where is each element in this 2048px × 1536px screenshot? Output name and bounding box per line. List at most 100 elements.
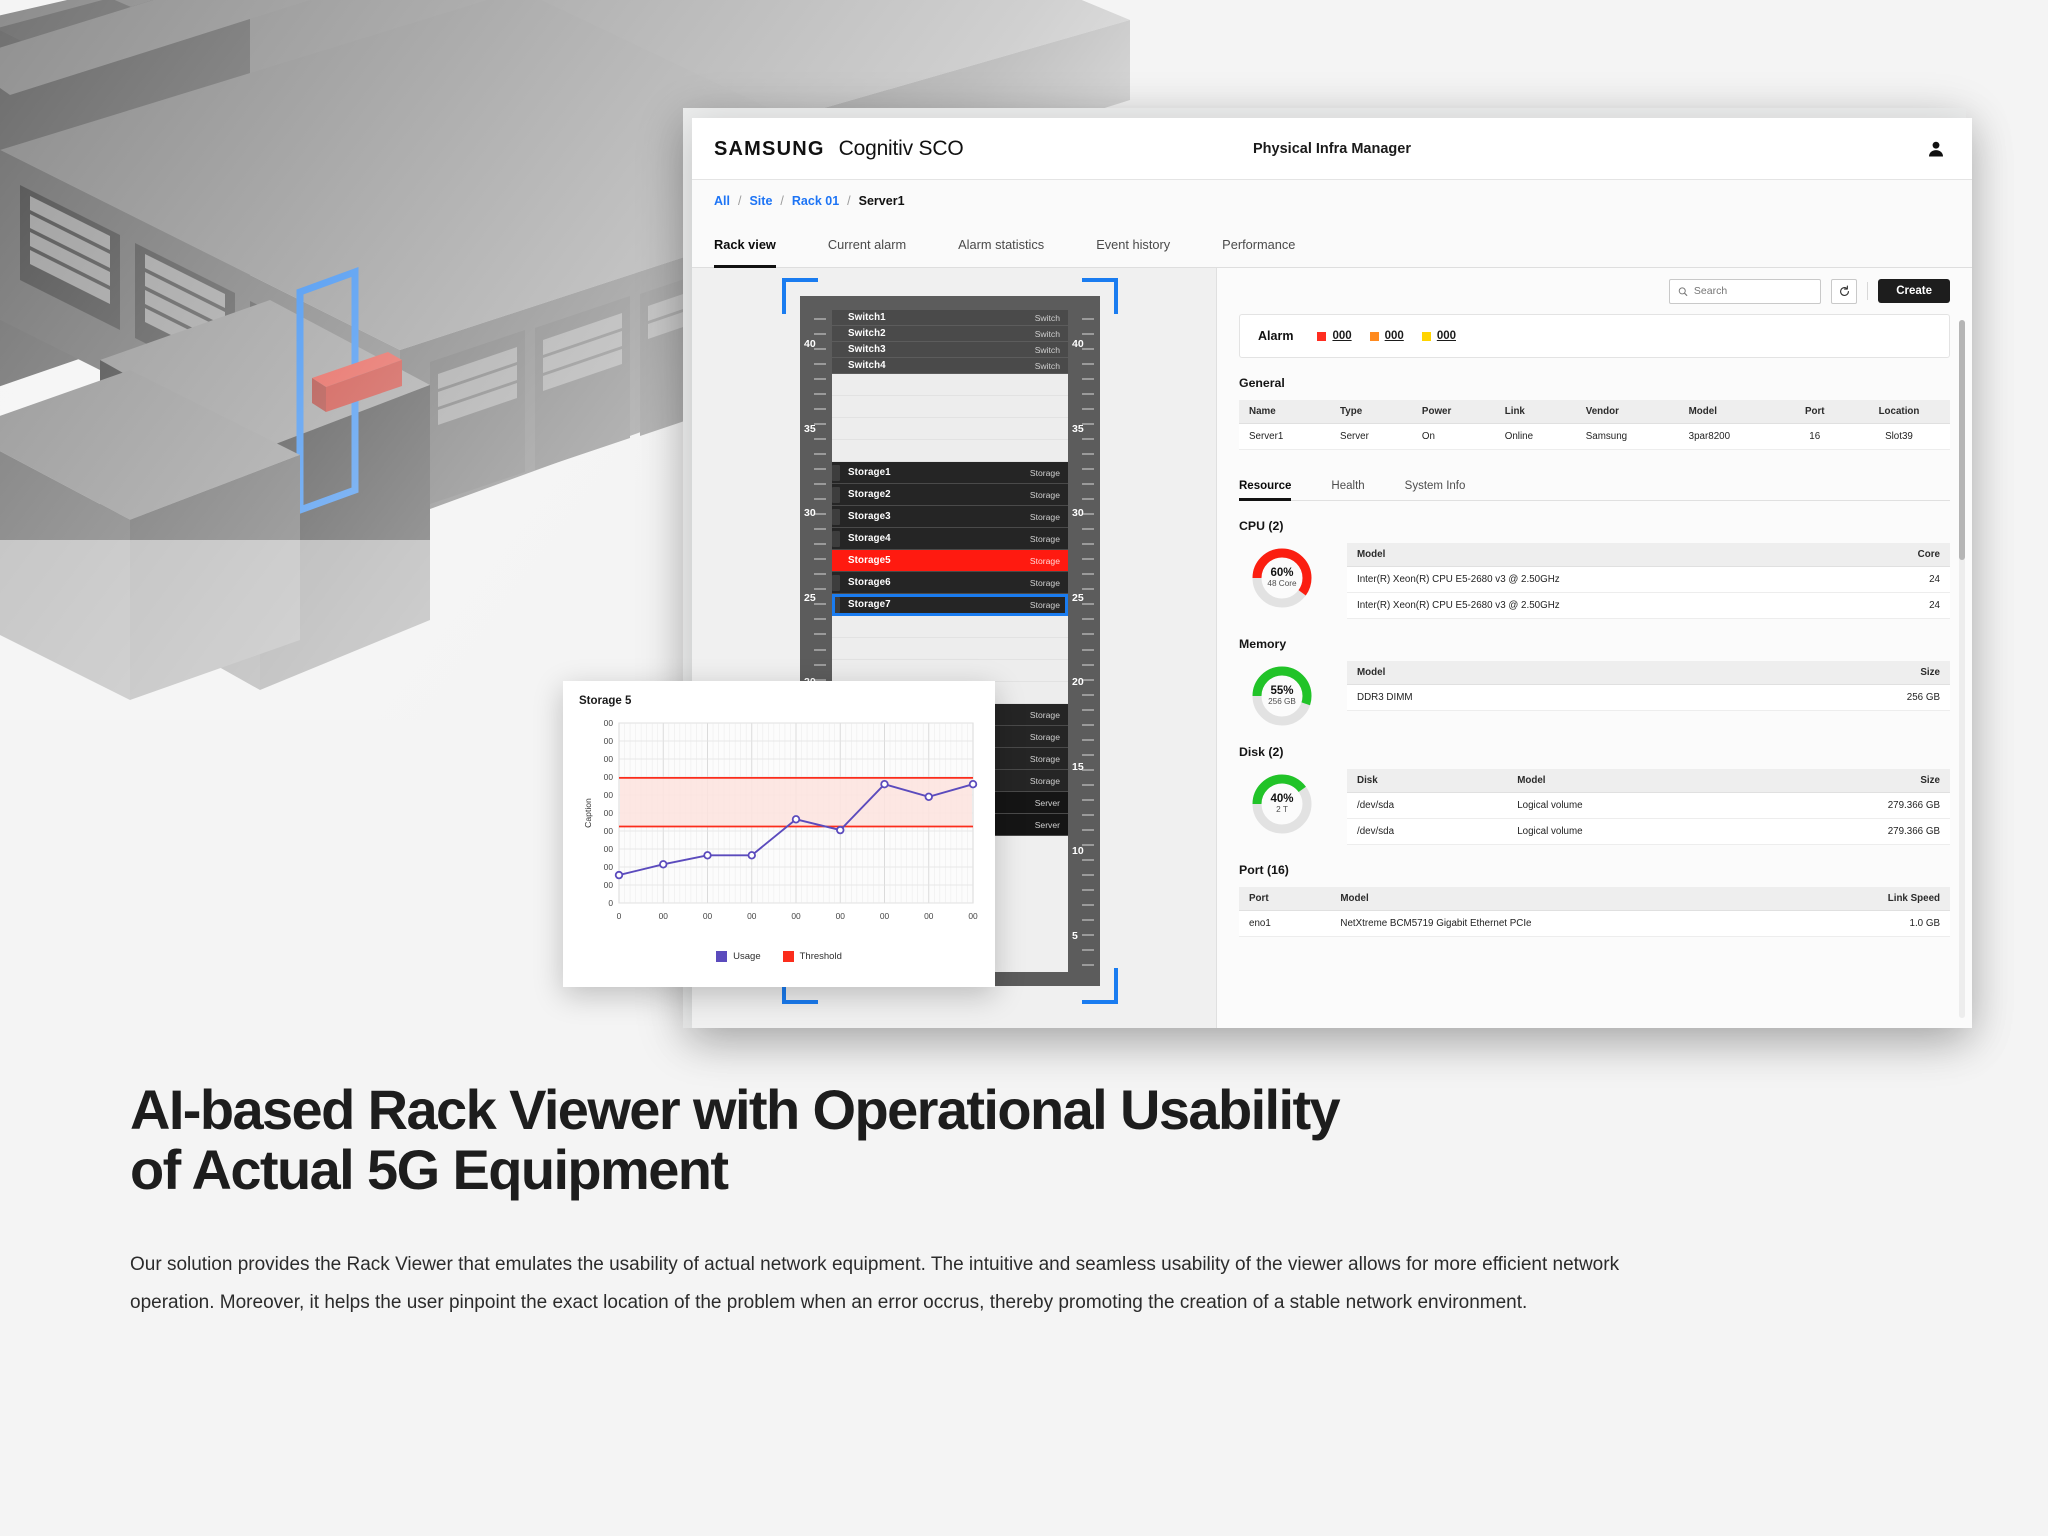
- unit-name: Storage4: [848, 533, 891, 544]
- table-row[interactable]: DDR3 DIMM 256 GB: [1347, 684, 1950, 711]
- ruler-tick: [814, 378, 826, 381]
- subtab-resource[interactable]: Resource: [1239, 472, 1292, 501]
- unit-type: Switch: [1034, 312, 1060, 323]
- ruler-tick: [1082, 468, 1094, 471]
- ruler-tick: [1082, 738, 1094, 741]
- unit-name: Switch4: [848, 360, 886, 371]
- unit-type: Server: [1034, 797, 1060, 808]
- general-table-header: Name Type Power Link Vendor Model Port Location: [1239, 400, 1950, 424]
- ruler-tick: [1082, 453, 1094, 456]
- ruler-tick: [1082, 828, 1094, 831]
- general-table-body: Server1 Server On Online Samsung 3par8200 16 Sl…: [1239, 423, 1950, 450]
- table-row[interactable]: Server1 Server On Online Samsung 3par8200 16 Sl…: [1239, 423, 1950, 450]
- chart-x-tick-label: 00: [791, 911, 801, 921]
- tab-rack-view[interactable]: Rack view: [714, 222, 776, 268]
- subtab-health[interactable]: Health: [1331, 472, 1364, 500]
- chart-x-tick-label: 00: [659, 911, 669, 921]
- ruler-tick: [814, 468, 826, 471]
- unit-type: Storage: [1029, 555, 1060, 566]
- breadcrumb-item-site[interactable]: Site: [749, 194, 772, 208]
- ruler-label: 35: [804, 422, 816, 435]
- column-header: Model: [1347, 543, 1854, 567]
- rack-unit-storage3[interactable]: Storage3 Storage: [832, 506, 1068, 528]
- brand-logo: SAMSUNG Cognitiv SCO: [692, 137, 964, 161]
- table-row[interactable]: /dev/sda Logical volume 279.366 GB: [1347, 818, 1950, 845]
- detail-scrollbar-thumb[interactable]: [1959, 320, 1965, 560]
- chart-y-tick-label: 0: [608, 898, 613, 908]
- table-row[interactable]: Inter(R) Xeon(R) CPU E5-2680 v3 @ 2.50GH…: [1347, 592, 1950, 619]
- breadcrumb-item-all[interactable]: All: [714, 194, 730, 208]
- subtab-system-info[interactable]: System Info: [1405, 472, 1466, 500]
- memory-size: 256 GB: [1268, 697, 1296, 707]
- table-cell: On: [1411, 423, 1495, 450]
- breadcrumb-item-rack01[interactable]: Rack 01: [792, 194, 839, 208]
- ruler-label: 25: [804, 591, 816, 604]
- column-header: Size: [1746, 769, 1950, 793]
- rack-unit-storage5[interactable]: Storage5 Storage: [832, 550, 1068, 572]
- rack-unit-switch1[interactable]: Switch1 Switch: [832, 310, 1068, 326]
- create-button[interactable]: Create: [1878, 279, 1950, 303]
- alarm-major[interactable]: 000: [1369, 330, 1404, 342]
- tab-current-alarm[interactable]: Current alarm: [828, 222, 906, 268]
- detail-scrollbar[interactable]: [1959, 320, 1965, 1018]
- column-header: Disk: [1347, 769, 1508, 793]
- breadcrumb-separator: /: [847, 194, 851, 208]
- alarm-critical[interactable]: 000: [1317, 330, 1352, 342]
- unit-name: Storage7: [848, 599, 891, 610]
- ruler-tick: [1082, 498, 1094, 501]
- table-cell: /dev/sda: [1347, 792, 1508, 819]
- port-table-header: Port Model Link Speed: [1239, 887, 1950, 911]
- chart-legend: Usage Threshold: [579, 951, 979, 962]
- column-header: Link: [1494, 400, 1576, 424]
- search-box[interactable]: [1669, 278, 1822, 304]
- ruler-label: 40: [1072, 338, 1084, 350]
- unit-type: Storage: [1029, 775, 1060, 786]
- unit-type: Storage: [1029, 599, 1060, 610]
- ruler-tick: [814, 558, 826, 561]
- table-cell: 24: [1853, 566, 1950, 593]
- search-icon: [1678, 286, 1688, 296]
- table-cell: NetXtreme BCM5719 Gigabit Ethernet PCIe: [1330, 910, 1792, 937]
- alarm-minor[interactable]: 000: [1421, 330, 1456, 342]
- ruler-tick: [1082, 783, 1094, 786]
- rack-unit-switch4[interactable]: Switch4 Switch: [832, 358, 1068, 374]
- chart-data-point: [924, 792, 933, 801]
- table-cell: 1.0 GB: [1791, 910, 1950, 937]
- unit-status-led: [832, 358, 840, 373]
- table-row[interactable]: Inter(R) Xeon(R) CPU E5-2680 v3 @ 2.50GH…: [1347, 566, 1950, 593]
- user-menu[interactable]: [1926, 139, 1972, 159]
- unit-name: Storage5: [848, 555, 891, 566]
- cpu-table-header: Model Core: [1347, 543, 1950, 567]
- table-row[interactable]: eno1 NetXtreme BCM5719 Gigabit Ethernet P…: [1239, 910, 1950, 937]
- legend-threshold-label: Threshold: [799, 951, 842, 962]
- ruler-label: 5: [1072, 930, 1078, 942]
- refresh-button[interactable]: [1831, 278, 1858, 304]
- search-input[interactable]: [1693, 285, 1813, 297]
- breadcrumb-separator: /: [780, 194, 784, 208]
- rack-unit-storage1[interactable]: Storage1 Storage: [832, 462, 1068, 484]
- unit-name: Storage6: [848, 577, 891, 588]
- table-cell: 24: [1853, 592, 1950, 619]
- rack-unit-empty: [832, 396, 1068, 418]
- rack-unit-storage2[interactable]: Storage2 Storage: [832, 484, 1068, 506]
- main-tabs: Rack view Current alarm Alarm statistics…: [692, 222, 1972, 268]
- rack-unit-switch2[interactable]: Switch2 Switch: [832, 326, 1068, 342]
- cpu-core-count: 48 Core: [1267, 579, 1297, 589]
- port-table: Port Model Link Speed eno1 NetXtreme BCM571…: [1239, 887, 1950, 937]
- tab-event-history[interactable]: Event history: [1096, 222, 1170, 268]
- tab-performance[interactable]: Performance: [1222, 222, 1295, 268]
- memory-table-header: Model Size: [1347, 661, 1950, 685]
- table-row[interactable]: /dev/sda Logical volume 279.366 GB: [1347, 792, 1950, 819]
- unit-status-led: [832, 464, 840, 481]
- rack-unit-storage6[interactable]: Storage6 Storage: [832, 572, 1068, 594]
- alarm-minor-count: 000: [1436, 330, 1456, 342]
- unit-type: Switch: [1034, 328, 1060, 339]
- rack-unit-switch3[interactable]: Switch3 Switch: [832, 342, 1068, 358]
- tab-alarm-statistics[interactable]: Alarm statistics: [958, 222, 1044, 268]
- chart-y-tick-label: 00: [604, 718, 614, 728]
- rack-unit-storage7[interactable]: Storage7 Storage: [832, 594, 1068, 616]
- unit-status-led: [832, 552, 840, 569]
- memory-section-title: Memory: [1239, 637, 1287, 651]
- detail-pane: Create Alarm 000 000: [1217, 268, 1972, 1028]
- rack-unit-storage4[interactable]: Storage4 Storage: [832, 528, 1068, 550]
